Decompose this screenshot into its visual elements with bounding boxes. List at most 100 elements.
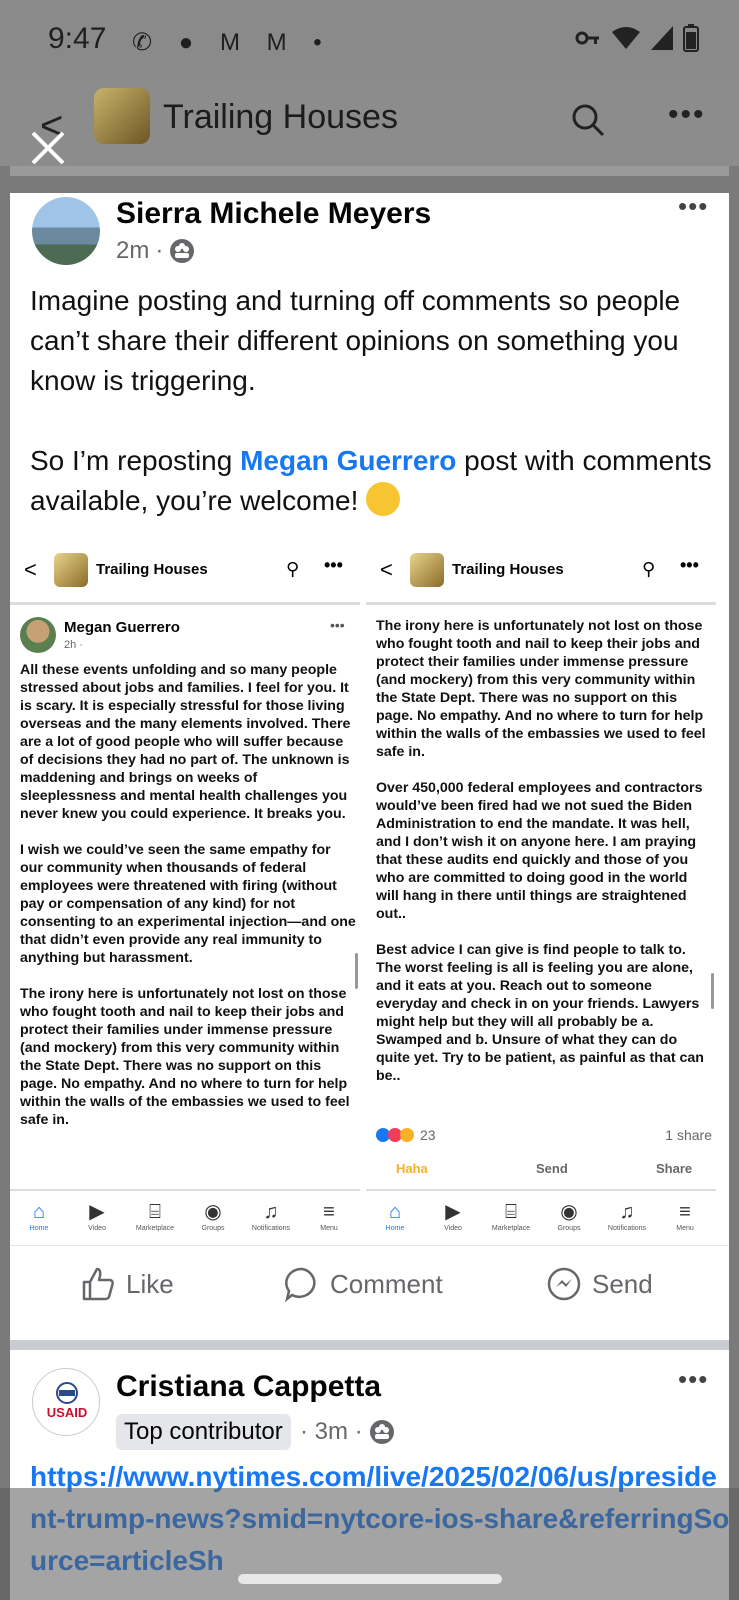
share-count: 1 share [665, 1127, 712, 1143]
embedded-body: All these events unfolding and so many p… [20, 661, 356, 1147]
laughing-emoji-icon [366, 482, 401, 516]
home-icon: ⌂ [32, 1201, 46, 1223]
scrollbar [355, 953, 358, 989]
avatar[interactable]: USAID [32, 1368, 100, 1436]
comment-button[interactable]: Comment [284, 1266, 443, 1302]
post-meta: · 3m · [300, 1418, 395, 1446]
mention-link[interactable]: Megan Guerrero [240, 445, 456, 476]
scrollbar [711, 973, 714, 1009]
menu-icon: ≡ [679, 1201, 691, 1223]
reaction-summary: 23 [376, 1127, 436, 1143]
post-paragraph: So I’m reposting Megan Guerrero post wit… [30, 441, 720, 521]
embedded-author: Megan Guerrero [64, 619, 180, 636]
reaction-count: 23 [420, 1127, 436, 1143]
menu-icon: ≡ [323, 1201, 335, 1223]
embedded-header: < Trailing Houses ⚲ ••• [10, 533, 360, 605]
screenshot-right-panel: < Trailing Houses ⚲ ••• The irony here i… [366, 533, 716, 1245]
embedded-paragraph: I wish we could’ve seen the same empathy… [20, 842, 356, 966]
embedded-nav-bar: ⌂ Home ▶ Video ⌸ Marketplace ◉ Groups ♫ Notif… [366, 1189, 716, 1241]
embedded-paragraph: Over 450,000 federal employees and contr… [376, 780, 703, 922]
post-separator [10, 1340, 729, 1350]
group-thumbnail [54, 553, 88, 587]
like-button[interactable]: Like [80, 1266, 174, 1302]
marketplace-icon: ⌸ [149, 1201, 161, 1223]
wifi-icon [612, 27, 640, 49]
send-label: Send [536, 1161, 568, 1176]
nav-home: ⌂ Home [366, 1199, 424, 1232]
usaid-text: USAID [47, 1405, 87, 1420]
post-time: · 3m · [300, 1418, 363, 1445]
search-icon: ⚲ [286, 559, 300, 579]
post-meta: 2m · [116, 237, 195, 265]
embedded-group-name: Trailing Houses [96, 561, 208, 578]
embedded-body: The irony here is unfortunately not lost… [376, 617, 712, 1103]
screenshot-left-panel: < Trailing Houses ⚲ ••• Megan Guerrero 2… [10, 533, 360, 1245]
home-icon: ⌂ [388, 1201, 402, 1223]
angry-reaction-icon [400, 1128, 414, 1142]
more-icon: ••• [330, 617, 345, 633]
groups-icon: ◉ [560, 1201, 578, 1223]
bell-icon: ♫ [619, 1201, 635, 1223]
send-label: Send [592, 1268, 653, 1299]
usaid-logo-icon: USAID [47, 1382, 87, 1420]
video-icon: ▶ [89, 1201, 105, 1223]
embedded-time: 2h · [64, 639, 83, 651]
system-icons [575, 24, 699, 52]
embedded-paragraph: The irony here is unfortunately not lost… [376, 618, 706, 760]
post-card: Sierra Michele Meyers 2m · ••• Imagine p… [10, 191, 729, 1343]
post-action-row: Like Comment Send [10, 1245, 729, 1325]
groups-icon: ◉ [204, 1201, 222, 1223]
nav-groups: ◉ Groups [184, 1199, 242, 1232]
more-icon[interactable]: ••• [668, 98, 706, 132]
video-icon: ▶ [445, 1201, 461, 1223]
embedded-paragraph: Best advice I can give is find people to… [376, 942, 704, 1084]
nav-home: ⌂ Home [10, 1199, 68, 1232]
nav-video: ▶ Video [424, 1199, 482, 1232]
embedded-nav-bar: ⌂ Home ▶ Video ⌸ Marketplace ◉ Groups ♫ Notif… [10, 1189, 360, 1241]
post-author[interactable]: Cristiana Cappetta [116, 1370, 381, 1404]
attached-image[interactable]: < Trailing Houses ⚲ ••• Megan Guerrero 2… [10, 533, 729, 1245]
embedded-header: < Trailing Houses ⚲ ••• [366, 533, 716, 605]
post-more-icon[interactable]: ••• [678, 191, 708, 222]
nav-notifications: ♫ Notifications [598, 1199, 656, 1232]
avatar[interactable] [32, 197, 100, 265]
separator-dot: · [155, 237, 164, 264]
post-more-icon[interactable]: ••• [678, 1364, 708, 1395]
home-indicator[interactable] [238, 1574, 502, 1584]
post-author[interactable]: Sierra Michele Meyers [116, 197, 431, 231]
status-time: 9:47 [48, 22, 107, 55]
close-icon[interactable] [28, 128, 68, 168]
back-arrow-icon: < [24, 557, 37, 582]
nav-menu: ≡ Menu [656, 1199, 714, 1232]
marketplace-icon: ⌸ [505, 1201, 517, 1223]
key-icon [575, 31, 599, 45]
share-label: Share [656, 1161, 693, 1176]
embedded-paragraph: All these events unfolding and so many p… [20, 662, 351, 822]
nav-marketplace: ⌸ Marketplace [126, 1199, 184, 1232]
bell-icon: ♫ [263, 1201, 279, 1223]
post-paragraph: Imagine posting and turning off comments… [30, 285, 681, 396]
messenger-icon [547, 1267, 581, 1301]
divider [10, 166, 729, 176]
group-privacy-icon [369, 1420, 394, 1444]
notification-icons: ✆ ● M M • [132, 29, 332, 56]
post-text: So I’m reposting [30, 445, 241, 476]
group-privacy-icon [170, 239, 195, 263]
group-thumbnail [410, 553, 444, 587]
back-arrow-icon: < [380, 557, 393, 582]
search-icon[interactable] [570, 102, 606, 138]
thumbs-up-icon [82, 1267, 114, 1301]
embedded-group-name: Trailing Houses [452, 561, 564, 578]
like-label: Like [126, 1268, 174, 1299]
nav-menu: ≡ Menu [300, 1199, 358, 1232]
comment-label: Comment [330, 1268, 443, 1299]
top-contributor-badge: Top contributor [116, 1414, 291, 1450]
avatar [20, 617, 56, 653]
comment-icon [284, 1267, 316, 1302]
send-button[interactable]: Send [546, 1266, 653, 1302]
haha-label: Haha [396, 1161, 428, 1176]
group-name: Trailing Houses [163, 98, 398, 136]
signal-icon [651, 26, 673, 50]
nav-notifications: ♫ Notifications [242, 1199, 300, 1232]
battery-icon [683, 24, 699, 52]
